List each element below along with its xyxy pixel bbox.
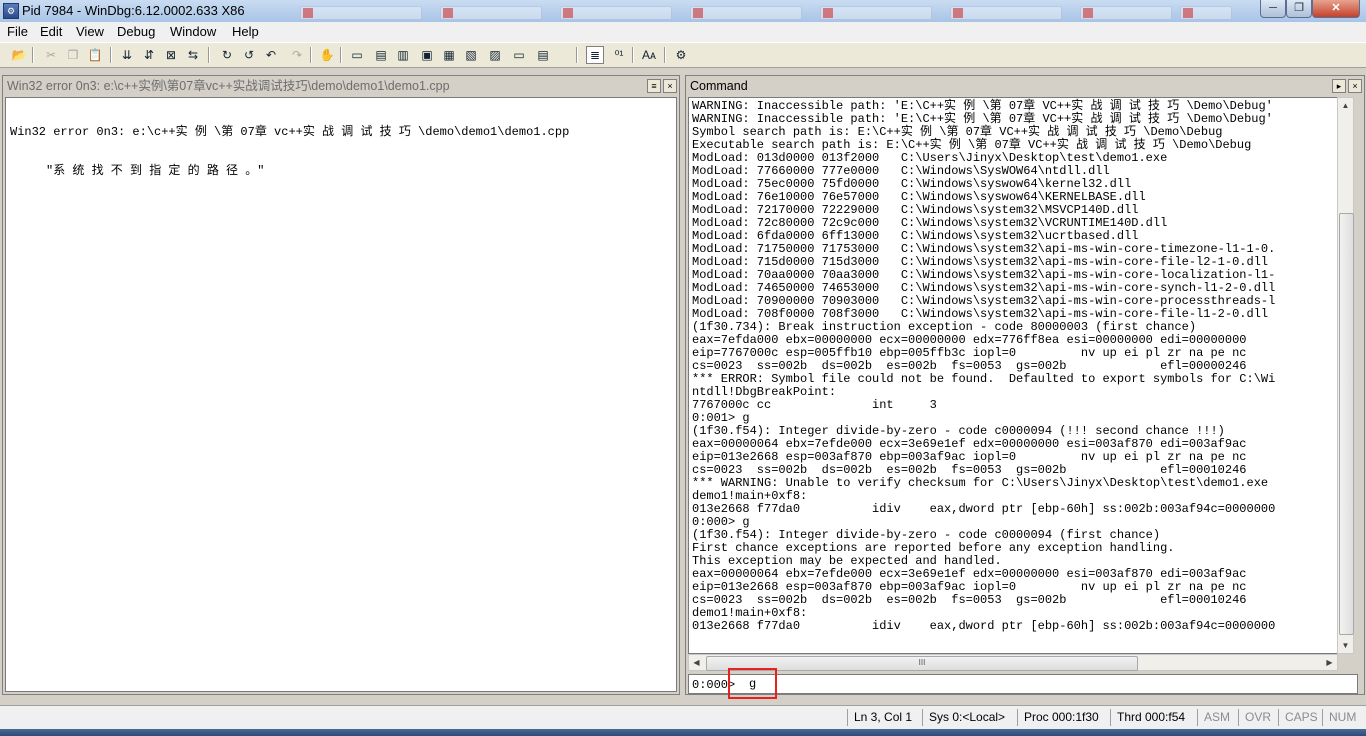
- toolbar-separator: [340, 47, 342, 63]
- scroll-down-icon[interactable]: ▼: [1338, 638, 1353, 653]
- status-bar: Ln 3, Col 1 Sys 0:<Local> Proc 000:1f30 Thr…: [0, 705, 1366, 729]
- close-window-icon[interactable]: ×: [1348, 79, 1362, 93]
- scroll-thumb[interactable]: III: [706, 656, 1138, 671]
- open-icon[interactable]: 📂: [10, 46, 28, 64]
- toolbar: 📂 ✂ ❐ 📋 ⇊ ⇵ ⊠ ⇆ ↻ ↺ ↶ ↷ ✋ ▭ ▤ ▥ ▣ ▦ ▧ ▨ ▭ ▤ ≣ ⁰¹ Aᴀ ⚙: [0, 42, 1366, 68]
- background-taskbar-tab: [560, 6, 672, 20]
- source-window-title: Win32 error 0n3: e:\c++实例\第07章vc++实战调试技巧…: [7, 79, 450, 93]
- maximize-button[interactable]: ❐: [1286, 0, 1312, 18]
- command-prompt: 0:000>: [692, 678, 736, 692]
- background-taskbar-tab: [690, 6, 802, 20]
- step-out-icon[interactable]: ↶: [262, 46, 280, 64]
- background-taskbar-tab: [950, 6, 1062, 20]
- cut-icon[interactable]: ✂: [42, 46, 60, 64]
- status-line-col: Ln 3, Col 1: [847, 709, 918, 726]
- font-icon[interactable]: Aᴀ: [640, 46, 658, 64]
- breakpoint-hand-icon[interactable]: ✋: [318, 46, 336, 64]
- locals-window-icon[interactable]: ▥: [394, 46, 412, 64]
- command-window-icon[interactable]: ▭: [348, 46, 366, 64]
- stop-debugging-icon[interactable]: ⊠: [162, 46, 180, 64]
- window-menu-icon[interactable]: ≡: [647, 79, 661, 93]
- background-taskbar-tab: [1080, 6, 1172, 20]
- background-taskbar-tab: [300, 6, 422, 20]
- status-caps: CAPS: [1278, 709, 1324, 726]
- copy-icon[interactable]: ❐: [64, 46, 82, 64]
- status-num: NUM: [1322, 709, 1362, 726]
- scroll-up-icon[interactable]: ▲: [1338, 98, 1353, 113]
- output-line: 013e2668 f77da0 idiv eax,dword ptr [ebp-…: [692, 502, 1276, 516]
- source-mode-icon[interactable]: ≣: [586, 46, 604, 64]
- scroll-left-icon[interactable]: ◀: [689, 655, 704, 670]
- source-line: Win32 error 0n3: e:\c++实 例 \第 07章 vc++实 …: [10, 125, 570, 139]
- scratch-pad-icon[interactable]: ▭: [510, 46, 528, 64]
- source-line: "系 统 找 不 到 指 定 的 路 径 。": [10, 164, 265, 178]
- title-bar: ⚙ Pid 7984 - WinDbg:6.12.0002.633 X86 ─ …: [0, 0, 1366, 23]
- status-asm: ASM: [1197, 709, 1236, 726]
- horizontal-scrollbar[interactable]: ◀ III ▶: [688, 654, 1338, 671]
- toolbar-separator: [208, 47, 210, 63]
- toolbar-separator: [664, 47, 666, 63]
- break-icon[interactable]: ⇆: [184, 46, 202, 64]
- output-line: 7767000c cc int 3: [692, 398, 937, 412]
- close-button[interactable]: ✕: [1312, 0, 1360, 18]
- processes-threads-icon[interactable]: ▤: [534, 46, 552, 64]
- status-process: Proc 000:1f30: [1017, 709, 1105, 726]
- menu-help[interactable]: Help: [232, 24, 259, 39]
- step-over-icon[interactable]: ↺: [240, 46, 258, 64]
- command-output[interactable]: WARNING: Inaccessible path: 'E:\C++实 例 \…: [688, 97, 1338, 654]
- background-taskbar-tab: [1180, 6, 1232, 20]
- command-window-title: Command: [690, 79, 748, 93]
- run-to-cursor-icon[interactable]: ↷: [288, 46, 306, 64]
- toolbar-separator: [576, 47, 578, 63]
- step-into-icon[interactable]: ↻: [218, 46, 236, 64]
- registers-window-icon[interactable]: ▣: [418, 46, 436, 64]
- vertical-scrollbar[interactable]: ▲ ▼: [1337, 97, 1354, 654]
- output-line: 013e2668 f77da0 idiv eax,dword ptr [ebp-…: [692, 619, 1276, 633]
- disassembly-window-icon[interactable]: ▨: [486, 46, 504, 64]
- source-window: Win32 error 0n3: e:\c++实例\第07章vc++实战调试技巧…: [2, 75, 680, 695]
- restart-icon[interactable]: ⇵: [140, 46, 158, 64]
- menu-file[interactable]: File: [7, 24, 28, 39]
- toolbar-separator: [310, 47, 312, 63]
- status-ovr: OVR: [1238, 709, 1277, 726]
- menu-bar: File Edit View Debug Window Help: [0, 22, 1366, 42]
- window-title: Pid 7984 - WinDbg:6.12.0002.633 X86: [22, 3, 245, 18]
- background-taskbar-tab: [820, 6, 932, 20]
- menu-edit[interactable]: Edit: [40, 24, 62, 39]
- toolbar-separator: [110, 47, 112, 63]
- scroll-thumb[interactable]: [1339, 213, 1354, 635]
- menu-view[interactable]: View: [76, 24, 104, 39]
- menu-debug[interactable]: Debug: [117, 24, 155, 39]
- call-stack-window-icon[interactable]: ▧: [462, 46, 480, 64]
- windbg-app-icon[interactable]: ⚙: [3, 3, 19, 19]
- background-taskbar-tab: [440, 6, 542, 20]
- command-input-row: 0:000>: [688, 674, 1358, 694]
- taskbar: [0, 729, 1366, 736]
- paste-icon[interactable]: 📋: [86, 46, 104, 64]
- watch-window-icon[interactable]: ▤: [372, 46, 390, 64]
- status-system: Sys 0:<Local>: [922, 709, 1011, 726]
- minimize-button[interactable]: ─: [1260, 0, 1286, 18]
- scroll-right-icon[interactable]: ▶: [1322, 655, 1337, 670]
- close-window-icon[interactable]: ×: [663, 79, 677, 93]
- command-window-menu-icon[interactable]: ▸: [1332, 79, 1346, 93]
- toolbar-separator: [32, 47, 34, 63]
- status-thread: Thrd 000:f54: [1110, 709, 1191, 726]
- toolbar-separator: [632, 47, 634, 63]
- options-icon[interactable]: ⚙: [672, 46, 690, 64]
- command-input[interactable]: [746, 676, 1349, 692]
- memory-window-icon[interactable]: ▦: [440, 46, 458, 64]
- hex-mode-icon[interactable]: ⁰¹: [610, 46, 628, 64]
- command-window: Command ▸ × WARNING: Inaccessible path: …: [685, 75, 1365, 695]
- go-icon[interactable]: ⇊: [118, 46, 136, 64]
- source-text-area[interactable]: Win32 error 0n3: e:\c++实 例 \第 07章 vc++实 …: [5, 97, 677, 692]
- menu-window[interactable]: Window: [170, 24, 216, 39]
